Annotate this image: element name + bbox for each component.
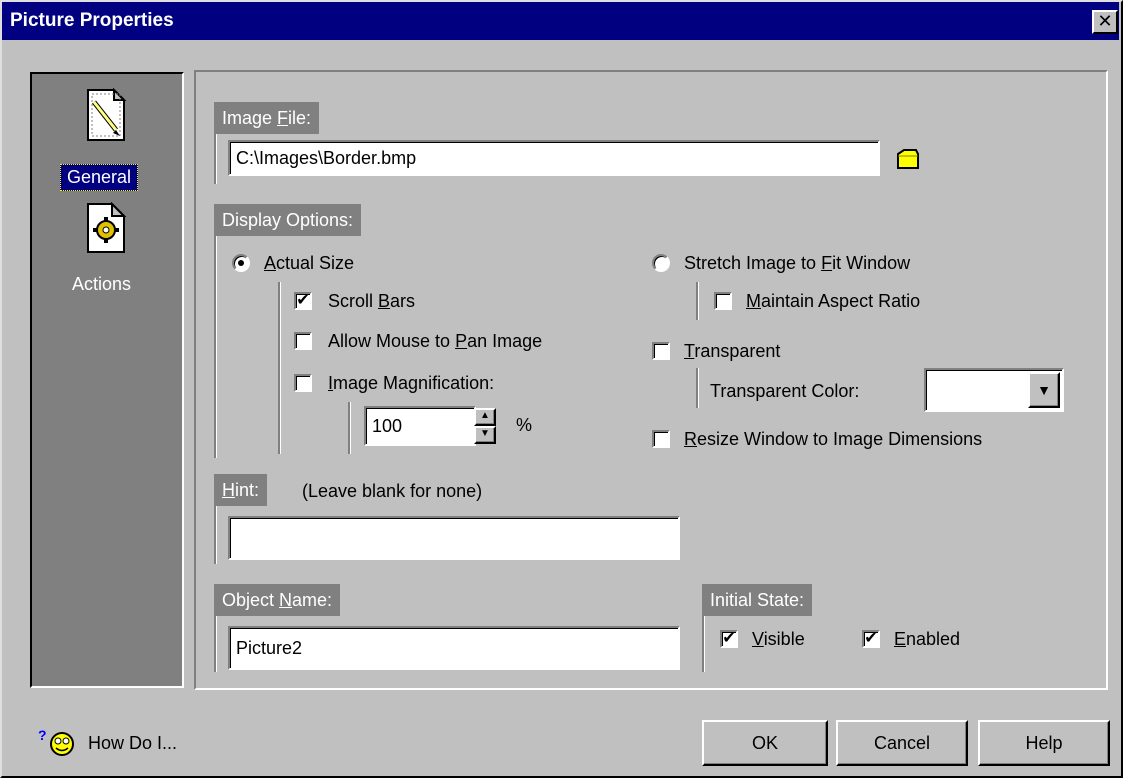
resize-window-label: Resize Window to Image Dimensions	[684, 429, 983, 449]
sidebar-item-actions[interactable]: Actions	[32, 202, 182, 302]
scroll-bars-checkbox[interactable]: ✔	[294, 292, 312, 310]
close-icon: ✕	[1097, 11, 1113, 31]
image-file-input[interactable]: C:\Images\Border.bmp	[228, 140, 880, 176]
chevron-down-icon: ▼	[1037, 382, 1051, 398]
magnification-input[interactable]: 100	[364, 406, 476, 446]
option-indent-line	[278, 282, 280, 454]
display-options-caption: Display Options:	[214, 204, 362, 236]
spin-up-button[interactable]: ▲	[474, 408, 496, 426]
resize-window-checkbox[interactable]	[652, 430, 670, 448]
sidebar-item-label: General	[60, 164, 139, 191]
option-indent-line	[696, 282, 698, 320]
svg-text:?: ?	[38, 728, 47, 743]
option-indent-line	[696, 368, 698, 408]
section-line	[214, 214, 216, 458]
how-do-i-label: How Do I...	[88, 733, 178, 753]
cancel-button[interactable]: Cancel	[836, 720, 968, 766]
actual-size-label: Actual Size	[264, 253, 355, 273]
hint-note: (Leave blank for none)	[302, 481, 483, 501]
magnification-spinner[interactable]: ▲ ▼	[474, 408, 498, 444]
initial-state-caption: Initial State:	[702, 584, 813, 616]
picture-properties-dialog: Picture Properties ✕ General Actions Ima…	[0, 0, 1123, 778]
visible-checkbox[interactable]: ✔	[720, 630, 738, 648]
sidebar-item-label: Actions	[72, 274, 132, 294]
help-button[interactable]: Help	[978, 720, 1110, 766]
visible-label: Visible	[752, 629, 805, 649]
enabled-label: Enabled	[894, 629, 961, 649]
close-button[interactable]: ✕	[1092, 10, 1118, 34]
category-sidebar: General Actions	[30, 72, 184, 688]
folder-icon[interactable]	[896, 148, 920, 170]
transparent-label: Transparent	[684, 341, 781, 361]
stretch-image-label: Stretch Image to Fit Window	[684, 253, 911, 273]
image-file-caption: Image File:	[214, 102, 320, 134]
ok-button[interactable]: OK	[702, 720, 828, 766]
title-bar: Picture Properties	[2, 2, 1119, 40]
pencil-page-icon	[87, 87, 127, 141]
actual-size-radio[interactable]	[232, 254, 250, 272]
option-indent-line	[348, 402, 350, 454]
stretch-image-radio[interactable]	[652, 254, 670, 272]
spin-down-button[interactable]: ▼	[474, 426, 496, 444]
sidebar-item-general[interactable]: General	[32, 82, 182, 192]
maintain-aspect-label: Maintain Aspect Ratio	[746, 291, 921, 311]
object-name-caption: Object Name:	[214, 584, 341, 616]
allow-pan-checkbox[interactable]	[294, 332, 312, 350]
transparent-color-dropdown-button[interactable]: ▼	[1028, 372, 1060, 408]
transparent-color-label: Transparent Color:	[710, 381, 860, 401]
allow-pan-label: Allow Mouse to Pan Image	[328, 331, 543, 351]
hint-input[interactable]	[228, 516, 680, 560]
image-magnification-label: Image Magnification:	[328, 373, 495, 393]
image-magnification-checkbox[interactable]	[294, 374, 312, 392]
hint-caption: Hint:	[214, 474, 268, 506]
enabled-checkbox[interactable]: ✔	[862, 630, 880, 648]
window-title: Picture Properties	[10, 10, 174, 31]
object-name-input[interactable]: Picture2	[228, 626, 680, 670]
gear-page-icon	[87, 202, 127, 253]
magnification-unit: %	[516, 415, 533, 435]
scroll-bars-label: Scroll Bars	[328, 291, 416, 311]
transparent-checkbox[interactable]	[652, 342, 670, 360]
maintain-aspect-checkbox[interactable]	[714, 292, 732, 310]
